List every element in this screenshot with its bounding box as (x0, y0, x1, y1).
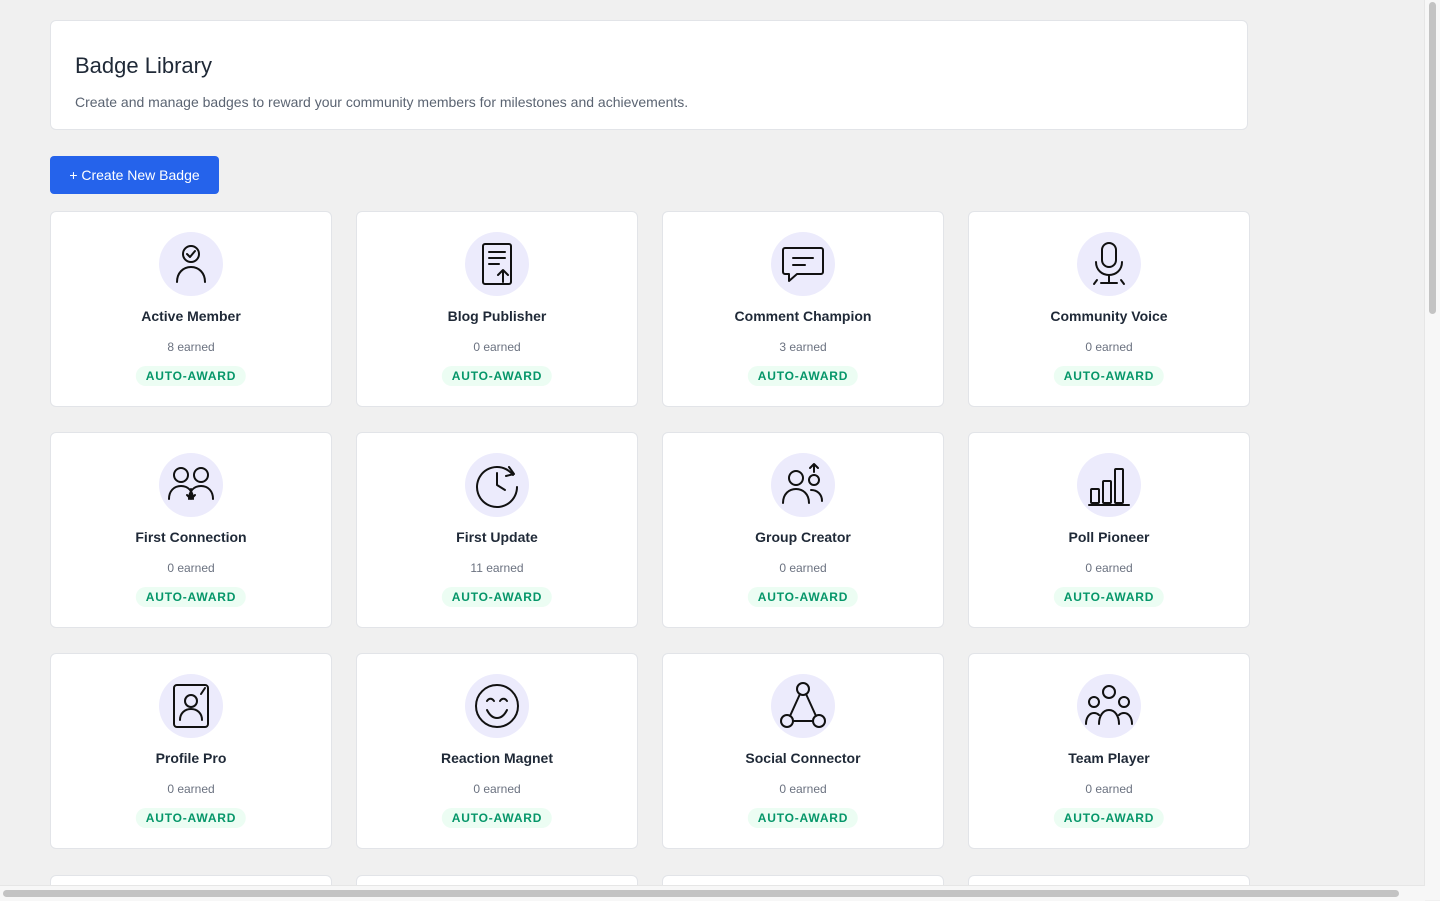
vertical-scrollbar[interactable] (1424, 0, 1440, 885)
badge-name: Comment Champion (734, 308, 872, 324)
badge-earned-count: 0 earned (473, 340, 521, 354)
auto-award-tag: AUTO-AWARD (747, 587, 859, 607)
badge-name: Active Member (141, 308, 241, 324)
create-new-badge-button[interactable]: + Create New Badge (50, 156, 219, 194)
badge-earned-count: 0 earned (167, 782, 215, 796)
badge-name: First Update (456, 529, 538, 545)
document-upload-icon (471, 238, 523, 290)
auto-award-tag: AUTO-AWARD (135, 808, 247, 828)
horizontal-scrollbar-thumb[interactable] (3, 890, 1399, 897)
badge-name: Profile Pro (155, 750, 227, 766)
users-connect-icon (165, 459, 217, 511)
auto-award-tag: AUTO-AWARD (747, 366, 859, 386)
badge-name: Reaction Magnet (440, 750, 553, 766)
badge-name: First Connection (135, 529, 247, 545)
auto-award-tag: AUTO-AWARD (135, 366, 247, 386)
auto-award-tag: AUTO-AWARD (441, 808, 553, 828)
badge-earned-count: 11 earned (470, 561, 524, 575)
auto-award-tag: AUTO-AWARD (1053, 587, 1165, 607)
badge-card[interactable]: Social Connector 0 earned AUTO-AWARD (662, 653, 944, 849)
scrollbar-corner (1425, 885, 1440, 900)
badge-name: Community Voice (1050, 308, 1168, 324)
auto-award-tag: AUTO-AWARD (135, 587, 247, 607)
badge-card[interactable]: Blog Publisher 0 earned AUTO-AWARD (356, 211, 638, 407)
badge-card[interactable]: Poll Pioneer 0 earned AUTO-AWARD (968, 432, 1250, 628)
badge-card[interactable]: First Update 11 earned AUTO-AWARD (356, 432, 638, 628)
page-title: Badge Library (75, 53, 212, 78)
badge-card-partial[interactable] (662, 875, 944, 885)
badge-name: Blog Publisher (447, 308, 547, 324)
badge-earned-count: 0 earned (473, 782, 521, 796)
badge-earned-count: 8 earned (167, 340, 215, 354)
badge-card[interactable]: Group Creator 0 earned AUTO-AWARD (662, 432, 944, 628)
badge-name: Poll Pioneer (1068, 529, 1150, 545)
badge-card[interactable]: First Connection 0 earned AUTO-AWARD (50, 432, 332, 628)
page-subtitle: Create and manage badges to reward your … (75, 94, 689, 110)
vertical-scrollbar-thumb[interactable] (1429, 2, 1436, 314)
auto-award-tag: AUTO-AWARD (441, 587, 553, 607)
badge-card[interactable]: Community Voice 0 earned AUTO-AWARD (968, 211, 1250, 407)
auto-award-tag: AUTO-AWARD (747, 808, 859, 828)
auto-award-tag: AUTO-AWARD (1053, 366, 1165, 386)
auto-award-tag: AUTO-AWARD (441, 366, 553, 386)
auto-award-tag: AUTO-AWARD (1053, 808, 1165, 828)
user-check-icon (165, 238, 217, 290)
header-card: Badge Library Create and manage badges t… (50, 20, 1248, 130)
badge-card[interactable]: Comment Champion 3 earned AUTO-AWARD (662, 211, 944, 407)
microphone-icon (1083, 238, 1135, 290)
badge-earned-count: 0 earned (1085, 340, 1133, 354)
badge-earned-count: 0 earned (779, 782, 827, 796)
chat-bubble-icon (777, 238, 829, 290)
badge-card[interactable]: Team Player 0 earned AUTO-AWARD (968, 653, 1250, 849)
badge-card[interactable]: Active Member 8 earned AUTO-AWARD (50, 211, 332, 407)
badge-earned-count: 0 earned (1085, 782, 1133, 796)
badge-card[interactable]: Reaction Magnet 0 earned AUTO-AWARD (356, 653, 638, 849)
badge-earned-count: 0 earned (167, 561, 215, 575)
horizontal-scrollbar[interactable] (0, 885, 1425, 901)
badge-card-partial[interactable] (968, 875, 1250, 885)
bar-chart-icon (1083, 459, 1135, 511)
badge-card-partial[interactable] (50, 875, 332, 885)
badge-name: Team Player (1068, 750, 1150, 766)
badge-earned-count: 3 earned (779, 340, 827, 354)
smiley-icon (471, 680, 523, 732)
badge-card[interactable]: Profile Pro 0 earned AUTO-AWARD (50, 653, 332, 849)
clock-refresh-icon (471, 459, 523, 511)
profile-card-icon (165, 680, 217, 732)
badge-name: Group Creator (755, 529, 851, 545)
badge-earned-count: 0 earned (1085, 561, 1133, 575)
network-icon (777, 680, 829, 732)
badge-name: Social Connector (745, 750, 861, 766)
badge-grid: Active Member 8 earned AUTO-AWARD Blog P… (50, 211, 1250, 849)
group-add-icon (777, 459, 829, 511)
team-icon (1083, 680, 1135, 732)
badge-earned-count: 0 earned (779, 561, 827, 575)
badge-card-partial[interactable] (356, 875, 638, 885)
main-content: Badge Library Create and manage badges t… (0, 0, 1425, 885)
